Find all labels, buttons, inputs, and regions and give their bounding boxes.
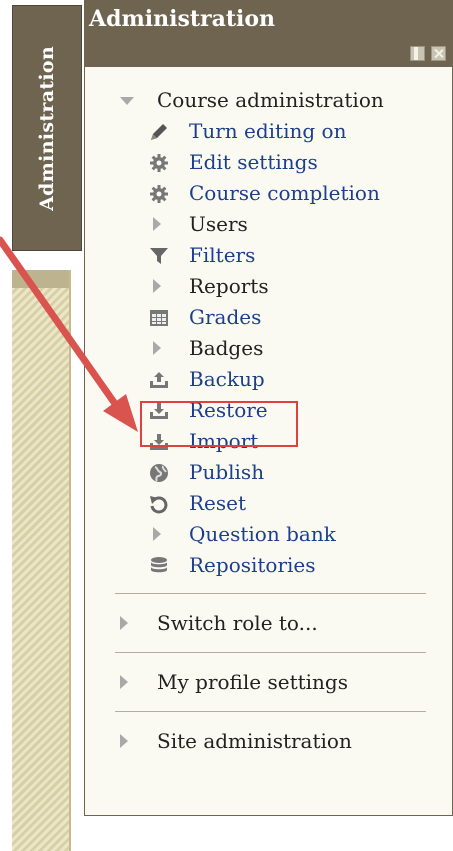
item-label: Edit settings xyxy=(189,150,318,174)
grades-icon xyxy=(150,310,168,326)
section-label: Site administration xyxy=(157,729,352,753)
item-course-completion[interactable]: Course completion xyxy=(85,178,452,209)
globe-icon xyxy=(150,464,168,482)
item-badges[interactable]: Badges xyxy=(85,333,452,364)
item-label: Repositories xyxy=(189,553,316,577)
section-label: Switch role to... xyxy=(157,611,318,635)
course-administration-label: Course administration xyxy=(157,88,384,112)
expand-triangle-icon xyxy=(153,279,161,293)
block-title: Administration xyxy=(89,6,276,32)
dock-strip-handle[interactable] xyxy=(12,270,69,288)
gear-icon xyxy=(150,185,168,203)
divider xyxy=(115,652,426,653)
section-switch-role[interactable]: Switch role to... xyxy=(85,606,452,640)
expand-triangle-icon xyxy=(153,341,161,355)
item-restore[interactable]: Restore xyxy=(85,395,452,426)
item-label: Question bank xyxy=(189,522,336,546)
item-edit-settings[interactable]: Edit settings xyxy=(85,147,452,178)
item-filters[interactable]: Filters xyxy=(85,240,452,271)
dock-strip xyxy=(12,270,71,851)
item-backup[interactable]: Backup xyxy=(85,364,452,395)
dock-tab-administration[interactable]: Administration xyxy=(12,5,82,251)
item-label: Import xyxy=(189,429,259,453)
restore-icon xyxy=(150,403,168,419)
gear-icon xyxy=(150,154,168,172)
block-controls xyxy=(410,46,446,61)
block-header: Administration xyxy=(85,1,452,67)
item-label: Turn editing on xyxy=(189,119,347,143)
item-label: Users xyxy=(189,212,248,236)
section-label: My profile settings xyxy=(157,670,348,694)
item-publish[interactable]: Publish xyxy=(85,457,452,488)
administration-block: Administration Course administration Tur… xyxy=(84,0,453,816)
reset-icon xyxy=(150,496,168,514)
import-icon xyxy=(150,434,168,450)
item-label: Grades xyxy=(189,305,262,329)
item-reports[interactable]: Reports xyxy=(85,271,452,302)
dock-tab-label: Administration xyxy=(36,46,58,211)
expand-triangle-icon xyxy=(120,616,128,630)
item-turn-editing-on[interactable]: Turn editing on xyxy=(85,116,452,147)
admin-tree: Course administration Turn editing on Ed… xyxy=(85,85,452,581)
expand-triangle-icon xyxy=(120,675,128,689)
item-label: Reports xyxy=(189,274,269,298)
block-content: Course administration Turn editing on Ed… xyxy=(85,67,452,758)
database-icon xyxy=(151,557,167,573)
item-question-bank[interactable]: Question bank xyxy=(85,519,452,550)
item-grades[interactable]: Grades xyxy=(85,302,452,333)
item-repositories[interactable]: Repositories xyxy=(85,550,452,581)
divider xyxy=(115,593,426,594)
item-label: Restore xyxy=(189,398,268,422)
item-label: Course completion xyxy=(189,181,380,205)
item-label: Filters xyxy=(189,243,256,267)
section-site-administration[interactable]: Site administration xyxy=(85,724,452,758)
item-reset[interactable]: Reset xyxy=(85,488,452,519)
item-users[interactable]: Users xyxy=(85,209,452,240)
item-label: Reset xyxy=(189,491,247,515)
pencil-icon xyxy=(151,124,167,140)
item-label: Backup xyxy=(189,367,265,391)
backup-icon xyxy=(150,372,168,388)
item-label: Publish xyxy=(189,460,265,484)
expand-triangle-icon xyxy=(153,527,161,541)
item-import[interactable]: Import xyxy=(85,426,452,457)
hide-block-icon[interactable] xyxy=(431,46,446,61)
filter-icon xyxy=(150,248,168,264)
item-label: Badges xyxy=(189,336,264,360)
dock-block-icon[interactable] xyxy=(410,46,425,61)
expand-triangle-icon xyxy=(153,217,161,231)
expand-triangle-icon xyxy=(120,734,128,748)
divider xyxy=(115,711,426,712)
course-administration-node[interactable]: Course administration xyxy=(85,85,452,116)
collapse-triangle-icon xyxy=(120,97,134,105)
section-my-profile-settings[interactable]: My profile settings xyxy=(85,665,452,699)
